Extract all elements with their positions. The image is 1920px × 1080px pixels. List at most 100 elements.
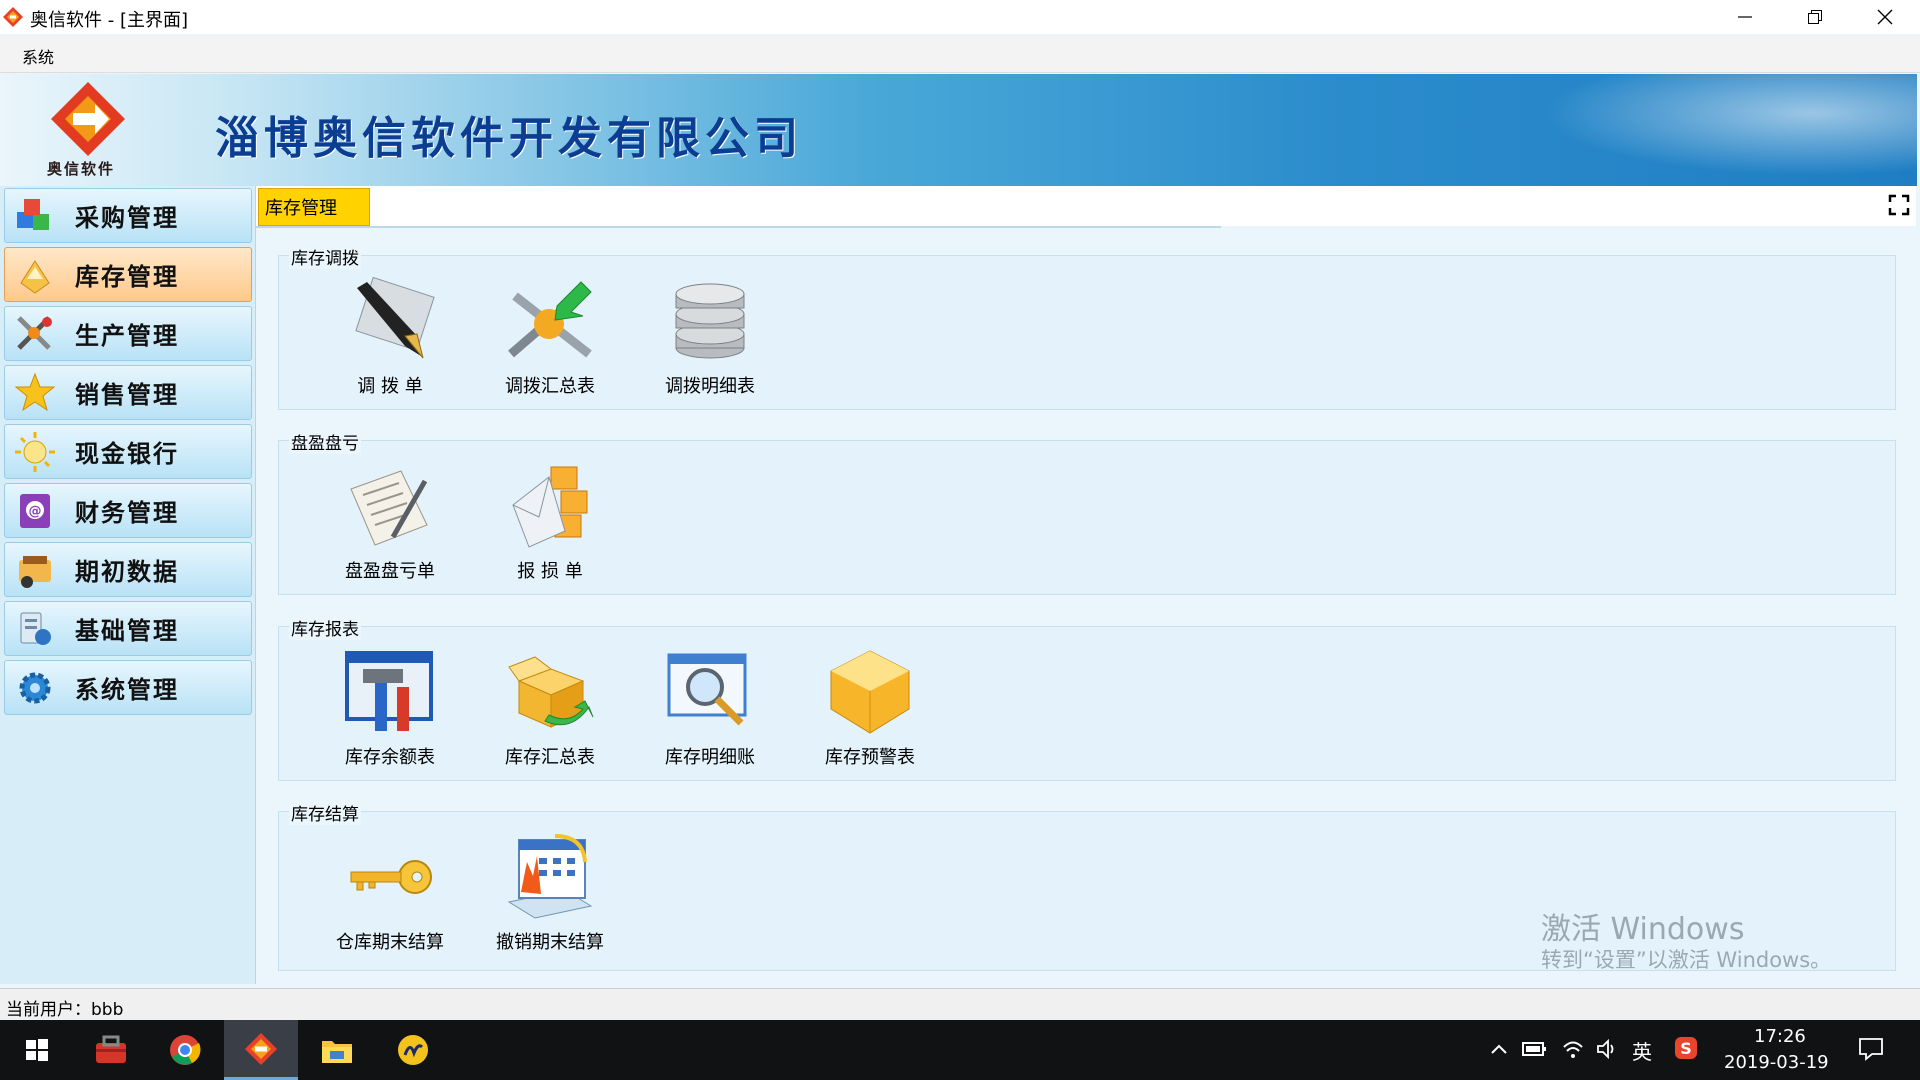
menu-bar: 系统 (0, 36, 1920, 73)
title-bar: 奥信软件 - [主界面] (0, 0, 1920, 34)
clock-date[interactable]: 2019-03-19 (1724, 1052, 1829, 1073)
cash-bank-icon (15, 431, 55, 472)
sidebar-item-basic[interactable]: 基础管理 (4, 601, 252, 656)
svg-text:@: @ (29, 504, 42, 519)
basic-management-icon (20, 612, 51, 645)
folder-icon (322, 1041, 352, 1063)
tab-inventory[interactable]: 库存管理 (258, 188, 370, 226)
sidebar: 采购管理 库存管理 生产管理 销售管理 现金银行 @ 财务管理 期初数据 基础管… (0, 186, 256, 984)
yellow-box-icon (830, 650, 910, 734)
tile-stocktake-order[interactable]: 盘盈盘亏单 (315, 451, 455, 582)
ime-indicator[interactable]: 英 (1632, 1036, 1652, 1065)
sidebar-item-label: 期初数据 (75, 558, 179, 586)
tile-label: 报 损 单 (517, 561, 583, 582)
sidebar-item-label: 销售管理 (75, 381, 179, 409)
sidebar-item-production[interactable]: 生产管理 (4, 306, 252, 361)
taskbar: 英 S 17:26 2019-03-19 (0, 1020, 1920, 1080)
wifi-icon[interactable] (1562, 1038, 1584, 1060)
pen-icon (355, 276, 435, 359)
document-pen-icon (350, 470, 428, 546)
sidebar-item-label: 库存管理 (75, 263, 179, 291)
app-circle-icon (398, 1035, 428, 1065)
taskbar-app-circle[interactable] (376, 1020, 450, 1080)
tile-inventory-summary[interactable]: 库存汇总表 (475, 637, 615, 768)
sidebar-item-inventory[interactable]: 库存管理 (4, 247, 252, 302)
app-logo-icon (3, 7, 23, 27)
tab-bar: 库存管理 (256, 186, 1916, 226)
activation-watermark-subtitle: 转到“设置”以激活 Windows。 (1541, 948, 1832, 972)
sidebar-item-initial-data[interactable]: 期初数据 (4, 542, 252, 597)
tile-label: 盘盈盘亏单 (345, 561, 435, 582)
tab-underline (256, 226, 1221, 228)
activation-watermark-title: 激活 Windows (1541, 912, 1745, 947)
start-button[interactable] (0, 1020, 74, 1080)
windows-logo-icon (26, 1039, 48, 1061)
inventory-box-icon (20, 259, 50, 294)
chevron-up-icon[interactable] (1490, 1042, 1508, 1056)
restore-icon (1808, 10, 1822, 24)
taskbar-chrome[interactable] (148, 1020, 222, 1080)
clock-time[interactable]: 17:26 (1754, 1026, 1806, 1047)
sidebar-item-label: 系统管理 (75, 676, 179, 704)
purchase-cubes-icon (17, 198, 49, 230)
open-box-icon (508, 656, 594, 728)
tile-balance-report[interactable]: 库存余额表 (315, 637, 455, 768)
restore-button[interactable] (1780, 0, 1850, 34)
current-user-status: 当前用户：bbb (6, 1000, 124, 1020)
tile-transfer-summary[interactable]: 调拨汇总表 (475, 266, 615, 397)
envelope-boxes-icon (512, 466, 588, 548)
tile-transfer-detail[interactable]: 调拨明细表 (635, 266, 775, 397)
notification-icon[interactable] (1858, 1036, 1884, 1062)
sidebar-item-label: 采购管理 (75, 204, 179, 232)
sales-star-icon (14, 372, 56, 411)
chrome-icon (170, 1035, 201, 1065)
minimize-icon (1738, 16, 1752, 18)
close-icon (1877, 9, 1893, 25)
tile-undo-close[interactable]: 撤销期末结算 (475, 822, 615, 953)
tile-label: 调拨汇总表 (505, 376, 595, 397)
production-tools-icon (17, 315, 52, 350)
group-inventory-reports: 库存报表 库存余额表 库存汇总表 库存明细账 库存预警表 (278, 615, 1896, 781)
taskbar-aoxin-app[interactable] (224, 1020, 298, 1080)
toolbox-icon (96, 1035, 126, 1063)
initial-data-icon (19, 555, 51, 588)
volume-icon[interactable] (1596, 1038, 1620, 1060)
sogou-ime-icon[interactable]: S (1674, 1036, 1698, 1060)
battery-icon[interactable] (1522, 1040, 1548, 1058)
main-content: 库存管理 库存调拨 调 拨 单 调拨汇总表 调拨明细表 盘盈盘亏 盘盈盘亏单 报… (256, 186, 1916, 984)
tile-label: 撤销期末结算 (496, 932, 604, 953)
svg-text:S: S (1680, 1039, 1692, 1058)
tile-loss-report[interactable]: 报 损 单 (475, 451, 615, 582)
sidebar-item-label: 现金银行 (75, 440, 179, 468)
aoxin-logo-icon (245, 1032, 277, 1065)
calendar-icon (507, 834, 593, 919)
minimize-button[interactable] (1710, 0, 1780, 34)
menu-system[interactable]: 系统 (22, 44, 54, 68)
taskbar-file-explorer[interactable] (300, 1020, 374, 1080)
sidebar-item-sales[interactable]: 销售管理 (4, 365, 252, 420)
company-banner: 奥信软件 淄博奥信软件开发有限公司 (3, 74, 1917, 186)
tile-inventory-alert[interactable]: 库存预警表 (795, 637, 935, 768)
database-icon (675, 283, 745, 359)
key-icon (350, 860, 432, 894)
sidebar-item-system[interactable]: 系统管理 (4, 660, 252, 715)
tools-window-icon (345, 651, 433, 731)
sidebar-item-cash-bank[interactable]: 现金银行 (4, 424, 252, 479)
tile-warehouse-close[interactable]: 仓库期末结算 (315, 822, 455, 953)
tile-label: 库存明细账 (665, 747, 755, 768)
system-gear-icon (19, 672, 51, 703)
window-title: 奥信软件 - [主界面] (30, 10, 188, 31)
sidebar-item-label: 基础管理 (75, 617, 179, 645)
magnifier-window-icon (667, 653, 747, 726)
finance-book-icon: @ (20, 493, 50, 528)
tile-inventory-ledger[interactable]: 库存明细账 (635, 637, 775, 768)
maximize-panel-icon[interactable] (1888, 194, 1910, 216)
taskbar-toolbox-app[interactable] (74, 1020, 148, 1080)
tile-transfer-order[interactable]: 调 拨 单 (315, 266, 455, 397)
sidebar-item-purchase[interactable]: 采购管理 (4, 188, 252, 243)
sidebar-item-label: 财务管理 (75, 499, 179, 527)
tile-label: 库存汇总表 (505, 747, 595, 768)
close-button[interactable] (1850, 0, 1920, 34)
sidebar-item-finance[interactable]: @ 财务管理 (4, 483, 252, 538)
group-inventory-transfer: 库存调拨 调 拨 单 调拨汇总表 调拨明细表 (278, 244, 1896, 410)
